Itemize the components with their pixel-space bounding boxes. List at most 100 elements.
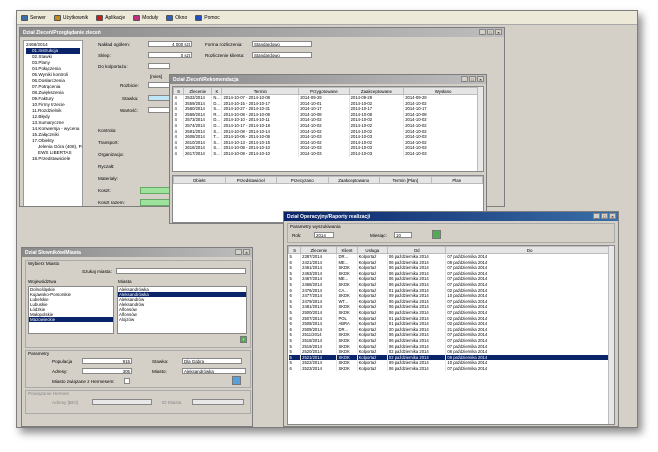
maximize-button[interactable]: □ [601,213,608,219]
add-city-button[interactable]: + [240,336,247,343]
tree-node[interactable]: 18.Przedstawiciele [26,156,80,162]
field-do-kolportazu[interactable] [148,63,170,69]
hermes-checkbox[interactable] [124,378,130,384]
minimize-button[interactable]: _ [593,213,600,219]
city-id-field [192,399,244,405]
label-rozliczenie-klienta: Rozliczenie klienta: [205,53,245,58]
cities-label: Miasta [118,279,132,284]
label-naklad: Nakład ogółem: [98,42,130,47]
order-tree[interactable]: 2468/2014 01.Instrukcja 02.Stawki 03.Plany 0… [23,40,83,206]
menu-label: Serwer [30,14,46,21]
search-params-heading: Parametry wyszukiwania [290,224,341,229]
field-stawka[interactable] [148,95,170,101]
minimize-button[interactable]: _ [461,76,468,82]
reports-grid[interactable]: S Zlecenie Klient Usługa Od Do 5 2387/2014 DR...… [287,245,615,425]
addresses-label: Adresy: [52,369,68,374]
minimize-button[interactable]: _ [235,249,242,255]
field-koszt[interactable] [140,187,170,194]
column-header[interactable]: S [173,87,185,95]
column-header[interactable]: Przygotowane [298,87,350,95]
label-stawka: Stawka: [122,96,139,101]
close-button[interactable]: × [243,249,250,255]
refresh-icon[interactable] [432,230,441,239]
search-city-input[interactable] [116,268,246,274]
table-cell: 2014-10-08 - 2014-10-10 [221,150,300,157]
rate-select[interactable]: Dla Gabra [182,358,242,364]
cities-list[interactable]: Aleksandrówka Aleksandrówka Aleksandrów Ale… [117,286,247,334]
menu-pomoc[interactable]: Pomoc [195,14,220,21]
help-icon [195,14,203,21]
column-header[interactable]: Zaakceptowano [327,176,380,184]
voivodeships-list[interactable]: Dolnośląskie Kujawsko-Pomorskie Lubelskie L… [28,286,114,334]
year-spinner[interactable]: 2014 [314,232,334,238]
column-header[interactable]: Usługa [356,246,388,254]
maximize-button[interactable]: □ [487,29,494,35]
label-transport: Transport: [98,140,119,145]
column-header[interactable]: K [211,87,223,95]
save-icon[interactable] [232,376,241,385]
table-row[interactable]: 4 2617/2014 S... 2014-10-08 - 2014-10-10 201… [173,150,483,157]
table-row[interactable]: 6 2523/2014 SKDK Kolportaż 06 października 2… [288,365,614,372]
city-name-field[interactable]: Aleksandrówka [182,368,246,374]
column-header[interactable]: Zlecenie [183,87,213,95]
column-header[interactable]: Od [386,246,447,254]
population-field[interactable]: 915 [82,358,132,364]
menu-label: Pomoc [204,14,220,21]
close-button[interactable]: × [477,76,484,82]
field-forma[interactable]: Standardowo [252,41,312,47]
reports-window: Dział Operacyjny/Raporty realizacji _ □ × … [283,211,619,427]
list-item[interactable]: Mazowieckie [29,317,113,322]
minimize-button[interactable]: _ [479,29,486,35]
table-cell: 06 października 2014 [387,365,447,372]
column-header[interactable]: Zlecenie [300,246,338,254]
close-button[interactable]: × [495,29,502,35]
column-header[interactable]: Do [445,246,614,254]
table-cell: Kolportaż [357,365,388,372]
menu-użytkownik[interactable]: Użytkownik [53,14,88,21]
label-wartosc: Wartość: [120,108,138,113]
column-header[interactable]: Klient [336,246,358,254]
orders-window-titlebar[interactable]: Dział Zleceń/Przeglądanie zleceń _ □ × [20,28,504,37]
table-cell: 2014-10-03 [403,150,483,157]
column-header[interactable]: Plan [430,176,483,184]
field-naklad[interactable]: 4 000 szt [148,41,192,47]
addresses-field[interactable]: 305 [82,368,132,374]
column-header[interactable]: Zaakceptowane [348,87,405,95]
column-header[interactable]: Przecyzano [276,176,329,184]
plans-grid-scrollbar[interactable] [477,87,483,171]
field-wartosc[interactable] [148,107,170,113]
field-sklep[interactable]: 0 szt [148,52,192,58]
plans-window-titlebar[interactable]: Dział Zleceń/Rekomendacja _ □ × [170,75,486,84]
column-header[interactable]: Wysłano [403,87,483,95]
column-header[interactable]: Przedstawiciel [224,176,277,184]
menu-okno[interactable]: Okno [166,14,188,21]
reports-grid-scrollbar[interactable] [608,246,614,424]
field-koszt-razem[interactable] [140,199,170,206]
menu-aplikacje[interactable]: Aplikacje [96,14,125,21]
month-spinner[interactable]: 10 [394,232,412,238]
parameters-heading: Parametry [28,351,50,356]
column-header[interactable]: Termin [221,87,300,95]
reports-window-titlebar[interactable]: Dział Operacyjny/Raporty realizacji _ □ × [284,212,618,221]
column-header[interactable]: Obiekt [173,176,226,184]
label-forma: Forma rozliczenia: [205,42,243,47]
month-label: Miesiąc: [370,233,387,238]
menu-moduły[interactable]: Moduły [133,14,159,21]
maximize-button[interactable]: □ [469,76,476,82]
close-button[interactable]: × [609,213,616,219]
column-header[interactable]: S [288,246,302,254]
field-rozbicie[interactable] [148,82,170,88]
label-sklep: Sklep: [98,53,111,58]
cities-window-titlebar[interactable]: Dział Słowników/Miasta _ × [22,248,252,257]
menu-serwer[interactable]: Serwer [21,14,46,21]
label-koszt: Koszt: [98,188,111,193]
list-item[interactable]: Alojzów [118,317,246,322]
field-rozliczenie-klienta[interactable]: Standardowo [252,52,312,58]
user-icon [53,14,61,21]
reports-window-title: Dział Operacyjny/Raporty realizacji [287,213,371,220]
column-header[interactable]: Termin [Plan] [379,176,432,184]
menu-label: Moduły [142,14,159,21]
menu-label: Okno [175,14,188,21]
year-label: Rok: [292,233,302,238]
plans-grid[interactable]: S Zlecenie K Termin Przygotowane Zaakceptowan… [172,86,484,172]
